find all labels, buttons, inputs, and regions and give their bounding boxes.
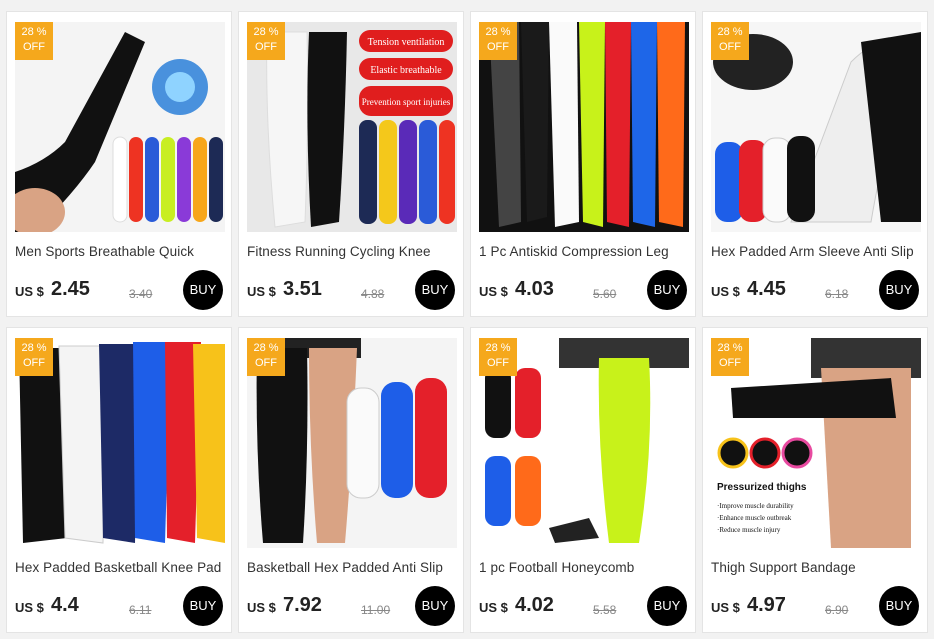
product-title[interactable]: Fitness Running Cycling Knee [247, 244, 459, 259]
price: 4.02 [515, 594, 554, 616]
currency-label: US $ [479, 284, 508, 299]
original-price: 5.58 [593, 603, 617, 617]
product-title[interactable]: 1 Pc Antiskid Compression Leg [479, 244, 691, 259]
discount-badge: 28 % OFF [479, 22, 517, 60]
currency-label: US $ [15, 600, 44, 615]
image-text: Elastic breathable [370, 65, 442, 76]
buy-button[interactable]: BUY [879, 270, 919, 310]
buy-button[interactable]: BUY [183, 270, 223, 310]
product-card[interactable]: Pressurized thighs ·Improve muscle durab… [702, 327, 928, 633]
product-image[interactable]: Pressurized thighs ·Improve muscle durab… [711, 338, 921, 548]
product-card[interactable]: 28 % OFF Hex Padded Arm Sleeve Anti Slip … [702, 11, 928, 317]
price: 7.92 [283, 594, 322, 616]
product-title[interactable]: Basketball Hex Padded Anti Slip [247, 560, 459, 575]
currency-label: US $ [479, 600, 508, 615]
product-grid: 28 % OFF Men Sports Breathable Quick US $… [0, 0, 934, 639]
product-title[interactable]: Hex Padded Basketball Knee Pad [15, 560, 227, 575]
product-card[interactable]: Tension ventilation Elastic breathable P… [238, 11, 464, 317]
price: 2.45 [51, 278, 90, 300]
product-card[interactable]: 28 % OFF Men Sports Breathable Quick US $… [6, 11, 232, 317]
buy-button[interactable]: BUY [415, 270, 455, 310]
original-price: 3.40 [129, 287, 153, 301]
price: 4.03 [515, 278, 554, 300]
discount-badge: 28 % OFF [15, 22, 53, 60]
image-text: ·Improve muscle durability [717, 502, 794, 510]
discount-badge: 28 % OFF [247, 338, 285, 376]
buy-button[interactable]: BUY [183, 586, 223, 626]
buy-button[interactable]: BUY [647, 270, 687, 310]
price: 4.4 [51, 594, 79, 616]
price: 4.45 [747, 278, 786, 300]
original-price: 5.60 [593, 287, 617, 301]
original-price: 6.18 [825, 287, 849, 301]
image-text: ·Reduce muscle injury [717, 526, 781, 534]
discount-badge: 28 % OFF [479, 338, 517, 376]
product-title[interactable]: Hex Padded Arm Sleeve Anti Slip [711, 244, 923, 259]
original-price: 11.00 [361, 603, 391, 617]
discount-badge: 28 % OFF [711, 22, 749, 60]
buy-button[interactable]: BUY [879, 586, 919, 626]
image-text: Prevention sport injuries [362, 97, 451, 107]
currency-label: US $ [247, 284, 276, 299]
product-image[interactable]: 28 % OFF [247, 338, 457, 548]
product-title[interactable]: Men Sports Breathable Quick [15, 244, 227, 259]
original-price: 6.11 [129, 603, 152, 617]
price: 4.97 [747, 594, 786, 616]
buy-button[interactable]: BUY [415, 586, 455, 626]
product-title[interactable]: Thigh Support Bandage [711, 560, 923, 575]
product-card[interactable]: 28 % OFF Basketball Hex Padded Anti Slip … [238, 327, 464, 633]
buy-button[interactable]: BUY [647, 586, 687, 626]
product-image[interactable]: Tension ventilation Elastic breathable P… [247, 22, 457, 232]
product-title[interactable]: 1 pc Football Honeycomb [479, 560, 691, 575]
original-price: 4.88 [361, 287, 385, 301]
currency-label: US $ [247, 600, 276, 615]
product-image[interactable]: 28 % OFF [479, 22, 689, 232]
currency-label: US $ [15, 284, 44, 299]
product-card[interactable]: 28 % OFF 1 pc Football Honeycomb US $ 4.0… [470, 327, 696, 633]
original-price: 6.90 [825, 603, 849, 617]
product-image[interactable]: 28 % OFF [479, 338, 689, 548]
currency-label: US $ [711, 284, 740, 299]
image-text: ·Enhance muscle outbreak [717, 514, 792, 522]
discount-badge: 28 % OFF [711, 338, 749, 376]
discount-badge: 28 % OFF [15, 338, 53, 376]
product-card[interactable]: 28 % OFF 1 Pc Antiskid Compression Leg US… [470, 11, 696, 317]
discount-badge: 28 % OFF [247, 22, 285, 60]
product-image[interactable]: 28 % OFF [15, 338, 225, 548]
image-text: Pressurized thighs [717, 482, 807, 493]
product-image[interactable]: 28 % OFF [15, 22, 225, 232]
currency-label: US $ [711, 600, 740, 615]
image-text: Tension ventilation [368, 37, 445, 48]
product-card[interactable]: 28 % OFF Hex Padded Basketball Knee Pad U… [6, 327, 232, 633]
product-image[interactable]: 28 % OFF [711, 22, 921, 232]
price: 3.51 [283, 278, 322, 300]
